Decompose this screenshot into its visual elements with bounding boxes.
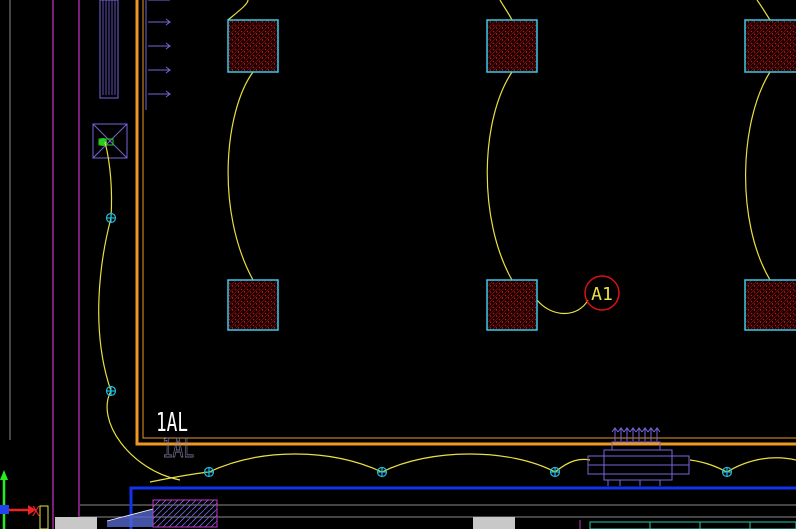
hatched-wall-block [106,499,218,528]
column-mid-middle[interactable] [486,279,538,331]
cable-trunking[interactable] [129,486,796,529]
callout-label: A1 [591,284,613,305]
floor-plan-drawing[interactable]: A1 1AL 1AL X [0,0,796,529]
bottom-right-fixtures [589,521,796,529]
column-top-middle[interactable] [486,19,538,73]
ucs-icon: X [0,470,40,529]
junction-boxes [105,212,733,478]
panel-label-group[interactable]: 1AL 1AL [156,408,194,464]
panel-label-shadow: 1AL [162,434,194,464]
air-supply-arrows [148,0,171,98]
lighting-circuit-wires[interactable] [98,0,796,483]
junction-box-icon[interactable] [105,212,117,224]
circuit-callout[interactable]: A1 [584,275,620,311]
junction-box-icon[interactable] [721,466,733,478]
bottom-block-left [55,517,97,529]
ucs-axis-label: X [32,505,40,520]
column-top-right[interactable] [744,19,796,73]
cad-drawing-canvas[interactable]: A1 1AL 1AL X [0,0,796,529]
column-top-left[interactable] [227,19,279,73]
column-grid [227,19,796,331]
equipment-unit[interactable] [587,427,690,486]
column-mid-left[interactable] [227,279,279,331]
fan-coil-unit[interactable] [92,123,128,159]
junction-box-icon[interactable] [203,466,215,478]
junction-box-icon[interactable] [549,466,561,478]
air-duct-riser[interactable] [99,0,119,99]
junction-box-icon[interactable] [105,385,117,397]
equipment-arrows [611,427,661,441]
ucs-origin-square [0,505,9,514]
bottom-block-middle [473,517,515,529]
column-mid-right[interactable] [744,279,796,331]
yellow-marker [39,505,49,529]
junction-box-icon[interactable] [376,466,388,478]
